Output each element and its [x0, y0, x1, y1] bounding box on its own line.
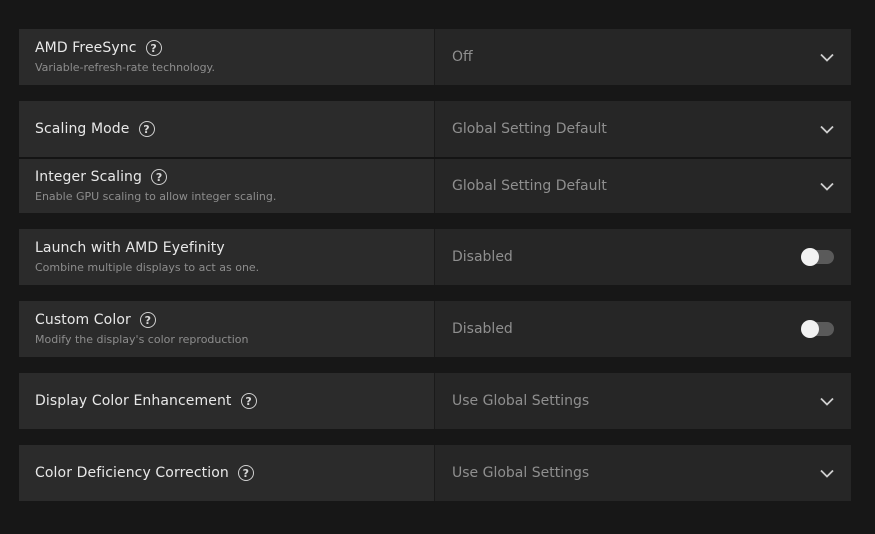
setting-row-color-enhancement: Display Color Enhancement ? Use Global S… — [19, 373, 851, 429]
setting-label-cell: Launch with AMD Eyefinity Combine multip… — [19, 229, 435, 285]
help-icon[interactable]: ? — [139, 312, 156, 328]
scaling-mode-label: Scaling Mode — [35, 121, 130, 137]
help-icon[interactable]: ? — [240, 393, 257, 409]
eyefinity-toggle[interactable] — [801, 248, 834, 266]
chevron-down-icon — [819, 121, 835, 137]
color-deficiency-group: Color Deficiency Correction ? Use Global… — [19, 445, 851, 501]
custom-color-label: Custom Color — [35, 312, 131, 328]
color-enhancement-group: Display Color Enhancement ? Use Global S… — [19, 373, 851, 429]
custom-color-description: Modify the display's color reproduction — [35, 333, 249, 346]
scaling-mode-dropdown[interactable]: Global Setting Default — [435, 101, 851, 157]
setting-label-cell: AMD FreeSync ? Variable-refresh-rate tec… — [19, 29, 435, 85]
freesync-description: Variable-refresh-rate technology. — [35, 61, 215, 74]
scaling-mode-value: Global Setting Default — [452, 121, 607, 137]
toggle-knob — [801, 320, 819, 338]
setting-label-cell: Color Deficiency Correction ? — [19, 445, 435, 501]
integer-scaling-value: Global Setting Default — [452, 178, 607, 194]
eyefinity-group: Launch with AMD Eyefinity Combine multip… — [19, 229, 851, 285]
scaling-group: Scaling Mode ? Global Setting Default In… — [19, 101, 851, 213]
eyefinity-value: Disabled — [452, 249, 513, 265]
display-settings-page: AMD FreeSync ? Variable-refresh-rate tec… — [0, 0, 875, 534]
color-deficiency-dropdown[interactable]: Use Global Settings — [435, 445, 851, 501]
color-deficiency-value: Use Global Settings — [452, 465, 590, 481]
custom-color-toggle[interactable] — [801, 320, 834, 338]
color-enhancement-value: Use Global Settings — [452, 393, 590, 409]
setting-row-freesync: AMD FreeSync ? Variable-refresh-rate tec… — [19, 29, 851, 85]
setting-label-cell: Custom Color ? Modify the display's colo… — [19, 301, 435, 357]
setting-row-scaling-mode: Scaling Mode ? Global Setting Default — [19, 101, 851, 157]
eyefinity-toggle-cell[interactable]: Disabled — [435, 229, 851, 285]
integer-scaling-label: Integer Scaling — [35, 169, 143, 185]
integer-scaling-description: Enable GPU scaling to allow integer scal… — [35, 190, 277, 203]
integer-scaling-dropdown[interactable]: Global Setting Default — [435, 159, 851, 213]
color-enhancement-label: Display Color Enhancement — [35, 393, 232, 409]
chevron-down-icon — [819, 393, 835, 409]
setting-label-cell: Integer Scaling ? Enable GPU scaling to … — [19, 159, 435, 213]
setting-row-integer-scaling: Integer Scaling ? Enable GPU scaling to … — [19, 157, 851, 213]
help-icon[interactable]: ? — [237, 465, 254, 481]
freesync-value: Off — [452, 49, 473, 65]
setting-row-custom-color: Custom Color ? Modify the display's colo… — [19, 301, 851, 357]
help-icon[interactable]: ? — [151, 169, 168, 185]
chevron-down-icon — [819, 465, 835, 481]
freesync-dropdown[interactable]: Off — [435, 29, 851, 85]
freesync-group: AMD FreeSync ? Variable-refresh-rate tec… — [19, 29, 851, 85]
setting-label-cell: Display Color Enhancement ? — [19, 373, 435, 429]
chevron-down-icon — [819, 178, 835, 194]
freesync-label: AMD FreeSync — [35, 40, 137, 56]
setting-label-cell: Scaling Mode ? — [19, 101, 435, 157]
color-enhancement-dropdown[interactable]: Use Global Settings — [435, 373, 851, 429]
custom-color-value: Disabled — [452, 321, 513, 337]
custom-color-toggle-cell[interactable]: Disabled — [435, 301, 851, 357]
custom-color-group: Custom Color ? Modify the display's colo… — [19, 301, 851, 357]
help-icon[interactable]: ? — [138, 121, 155, 137]
setting-row-eyefinity: Launch with AMD Eyefinity Combine multip… — [19, 229, 851, 285]
setting-row-color-deficiency: Color Deficiency Correction ? Use Global… — [19, 445, 851, 501]
chevron-down-icon — [819, 49, 835, 65]
help-icon[interactable]: ? — [145, 40, 162, 56]
color-deficiency-label: Color Deficiency Correction — [35, 465, 229, 481]
toggle-knob — [801, 248, 819, 266]
eyefinity-description: Combine multiple displays to act as one. — [35, 261, 260, 274]
eyefinity-label: Launch with AMD Eyefinity — [35, 240, 225, 256]
